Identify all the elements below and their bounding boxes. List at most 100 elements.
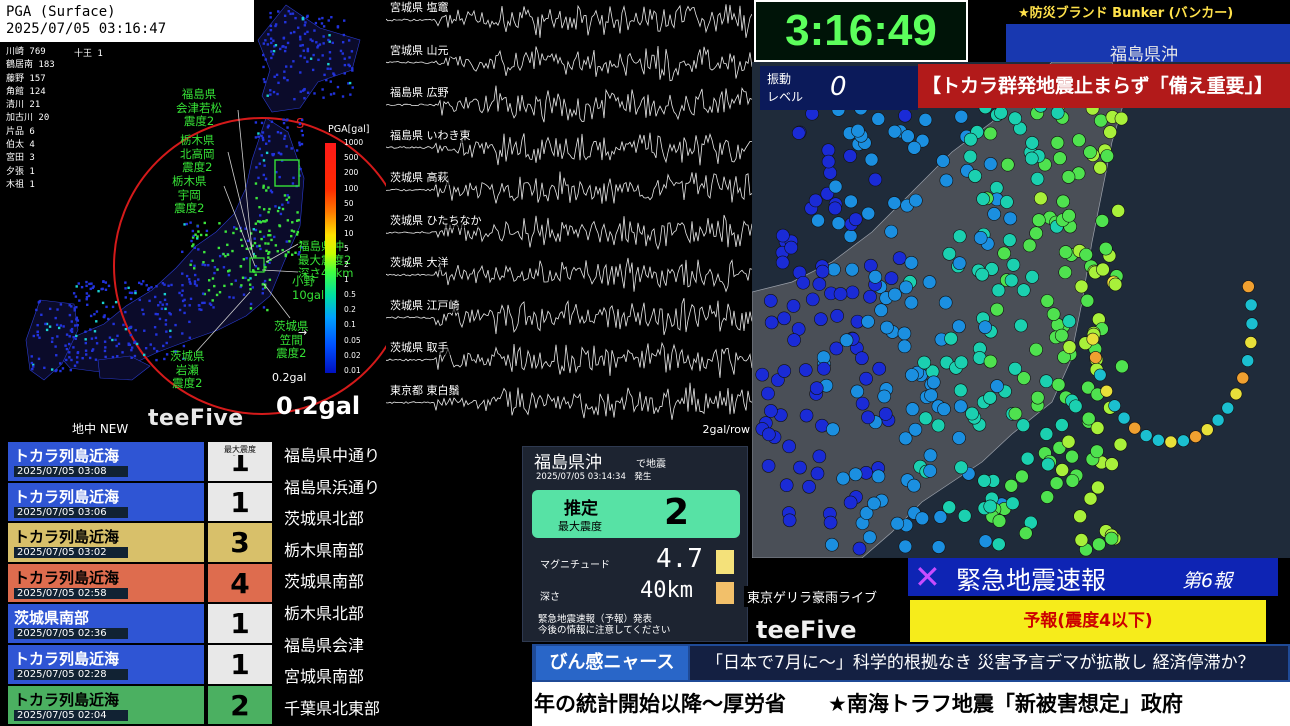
pga-dot <box>181 272 184 275</box>
intensity-dot <box>1080 293 1095 308</box>
intensity-dot <box>1177 434 1190 448</box>
pga-dot <box>265 151 269 155</box>
intensity-dot <box>1061 170 1076 184</box>
pga-dot <box>84 338 87 341</box>
pga-dot <box>246 239 250 243</box>
quake-row[interactable]: 茨城県南部2025/07/05 02:36M3.11 <box>8 604 272 643</box>
pga-dot <box>31 367 34 371</box>
intensity-dot <box>1164 435 1178 449</box>
intensity-dot <box>763 293 778 308</box>
quake-row[interactable]: トカラ列島近海2025/07/05 03:02M4.33 <box>8 523 272 562</box>
intensity-dot <box>1241 354 1255 367</box>
intensity-dot <box>830 309 844 323</box>
pga-dot <box>273 75 276 78</box>
pga-dot <box>54 345 57 348</box>
underground-toggle[interactable]: 地中 NEW <box>72 420 128 437</box>
pga-dot <box>269 93 272 96</box>
ticker-label: びん感ニャース <box>536 646 688 680</box>
pga-dot <box>252 228 256 231</box>
pga-dot <box>262 235 266 238</box>
pga-dot <box>198 304 201 307</box>
pga-dot <box>245 257 248 260</box>
pga-dot <box>85 353 88 356</box>
pga-dot <box>284 46 287 49</box>
quake-row[interactable]: トカラ列島近海2025/07/05 03:06M3.01 <box>8 482 272 522</box>
pga-dot <box>183 304 186 307</box>
pga-dot <box>30 361 34 365</box>
intensity-dot <box>827 262 841 277</box>
pga-dot <box>149 343 152 346</box>
pga-dot <box>65 358 68 362</box>
intensity-dot <box>1049 476 1064 490</box>
quake-row[interactable]: トカラ列島近海2025/07/05 02:28M2.31 <box>8 645 272 684</box>
pga-dot <box>260 154 264 157</box>
pga-dot <box>167 284 170 287</box>
pga-dot <box>68 335 71 338</box>
station-item: 加古川 20 <box>6 113 50 124</box>
pga-dot <box>55 354 58 357</box>
intensity-dot <box>923 448 938 463</box>
pga-dot <box>65 347 69 351</box>
pga-dot <box>270 41 273 45</box>
intensity-dot <box>764 315 779 330</box>
intensity-dot <box>992 514 1007 528</box>
pga-dot <box>45 328 49 332</box>
pga-dot <box>323 73 326 77</box>
intensity-dot <box>1030 172 1045 186</box>
intensity-dot <box>1030 390 1045 405</box>
intensity-dot <box>877 389 892 404</box>
pga-dot <box>328 57 332 60</box>
pga-dot <box>262 159 266 162</box>
pga-dot <box>241 244 244 247</box>
pga-dot <box>341 52 344 55</box>
pga-dot <box>286 118 289 121</box>
pga-dot <box>103 340 107 343</box>
pga-dot <box>332 92 336 95</box>
pga-dot <box>95 342 99 345</box>
pga-dot <box>129 325 133 329</box>
pga-dot <box>322 35 325 38</box>
intensity-dot <box>897 339 912 354</box>
tokyo-live-link[interactable]: 東京ゲリラ豪雨ライブ <box>744 586 881 607</box>
pga-header: PGA (Surface) 2025/07/05 03:16:47 <box>0 0 254 42</box>
intensity-dot <box>1113 437 1128 452</box>
map-label-text: 茨城県 岩瀬 震度2 <box>170 349 205 390</box>
map-label-text: 小野 10gal <box>292 274 325 302</box>
intensity-dot <box>1000 157 1015 172</box>
pga-dot <box>312 53 315 57</box>
pga-dot <box>296 230 300 234</box>
pga-dot <box>285 198 288 201</box>
intensity-dot <box>1019 526 1033 541</box>
pga-dot <box>293 30 296 34</box>
pga-dot <box>196 225 200 228</box>
intensity-dot <box>833 287 848 301</box>
pga-datetime: 2025/07/05 03:16:47 <box>6 21 167 37</box>
pga-dot <box>92 285 95 288</box>
intensity-dot <box>987 207 1001 221</box>
intensity-dot <box>777 311 791 326</box>
pga-dot <box>183 311 186 315</box>
intensity-dot <box>1139 429 1153 442</box>
waveform-station-label: 宮城県 塩竈 <box>388 0 451 15</box>
pga-dot <box>180 294 184 297</box>
intensity-dot <box>802 479 816 494</box>
quake-row[interactable]: トカラ列島近海2025/07/05 02:04M3.12 <box>8 685 272 725</box>
pga-dot <box>261 136 265 140</box>
quake-row[interactable]: トカラ列島近海2025/07/05 02:58M4.54 <box>8 563 272 603</box>
pga-dot <box>322 25 326 28</box>
pga-dot <box>137 281 141 285</box>
pga-dot <box>322 42 325 45</box>
intensity-dot <box>884 271 899 285</box>
pga-dot <box>134 328 137 332</box>
pga-dot <box>258 205 261 209</box>
intensity-dot <box>899 280 913 295</box>
region-item: 千葉県北東部 <box>284 698 381 718</box>
pga-dot <box>62 325 65 328</box>
pga-dot <box>56 335 59 338</box>
pga-dot <box>84 330 87 333</box>
quake-intensity: 1 <box>208 482 272 522</box>
label-iwase: 茨城県 岩瀬 震度2 <box>170 349 205 391</box>
pga-dot <box>134 291 137 295</box>
intensity-dot <box>938 295 953 310</box>
pga-dot <box>142 312 145 316</box>
